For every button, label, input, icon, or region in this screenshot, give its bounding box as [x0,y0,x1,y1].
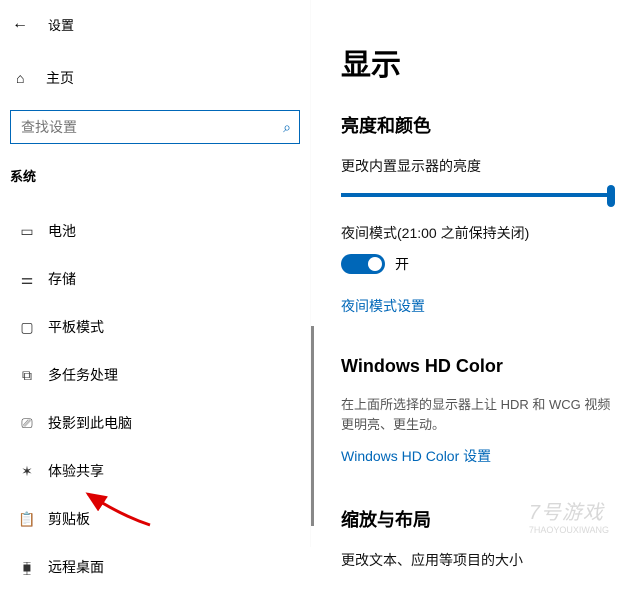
night-mode-label: 夜间模式(21:00 之前保持关闭) [341,223,617,244]
storage-icon: ⚌ [16,271,38,288]
section-brightness-heading: 亮度和颜色 [341,112,617,138]
brightness-label: 更改内置显示器的亮度 [341,156,617,177]
sidebar-item-label: 体验共享 [48,461,104,481]
sidebar-item-battery[interactable]: ▭ 电池 [0,207,310,255]
share-icon: ✶ [16,463,38,480]
sidebar-item-remote[interactable]: ⧯ 远程桌面 [0,543,310,591]
section-label: 系统 [0,166,310,185]
toggle-knob-icon [368,257,382,271]
back-icon[interactable]: ← [12,15,36,33]
window-title: 设置 [48,15,74,34]
brightness-slider[interactable] [341,193,611,197]
tablet-icon: ▢ [16,319,38,336]
toggle-state-label: 开 [395,254,409,274]
sidebar-item-tablet[interactable]: ▢ 平板模式 [0,303,310,351]
remote-icon: ⧯ [16,559,38,576]
scale-desc: 更改文本、应用等项目的大小 [341,550,617,571]
sidebar-item-label: 多任务处理 [48,365,118,385]
sidebar-item-clipboard[interactable]: 📋 剪贴板 [0,495,310,543]
sidebar-item-label: 电池 [48,221,76,241]
scroll-indicator[interactable] [311,326,314,526]
night-mode-toggle[interactable] [341,254,385,274]
search-box[interactable]: ⌕ [10,110,300,144]
sidebar-item-share[interactable]: ✶ 体验共享 [0,447,310,495]
multitask-icon: ⧉ [16,367,38,384]
section-hdcolor-heading: Windows HD Color [341,356,617,377]
section-scale-heading: 缩放与布局 [341,506,617,532]
sidebar-item-storage[interactable]: ⚌ 存储 [0,255,310,303]
sidebar-item-multitask[interactable]: ⧉ 多任务处理 [0,351,310,399]
sidebar-item-project[interactable]: ⎚ 投影到此电脑 [0,399,310,447]
hdcolor-settings-link[interactable]: Windows HD Color 设置 [341,446,491,466]
search-icon: ⌕ [283,119,291,136]
sidebar-item-label: 剪贴板 [48,509,90,529]
nav-list: ▭ 电池 ⚌ 存储 ▢ 平板模式 ⧉ 多任务处理 ⎚ 投影到此电脑 ✶ 体验共享… [0,207,310,591]
night-mode-settings-link[interactable]: 夜间模式设置 [341,296,425,316]
slider-thumb-icon[interactable] [607,185,615,207]
home-label: 主页 [46,68,74,88]
search-input[interactable] [21,119,283,135]
project-icon: ⎚ [16,415,38,432]
home-icon: ⌂ [16,70,38,86]
page-title: 显示 [341,40,617,84]
clipboard-icon: 📋 [16,511,38,528]
sidebar-item-label: 远程桌面 [48,557,104,577]
sidebar-item-label: 投影到此电脑 [48,413,132,433]
hdcolor-desc: 在上面所选择的显示器上让 HDR 和 WCG 视频更明亮、更生动。 [341,395,616,434]
sidebar-item-label: 平板模式 [48,317,104,337]
home-nav[interactable]: ⌂ 主页 [0,60,310,96]
sidebar-item-label: 存储 [48,269,76,289]
battery-icon: ▭ [16,223,38,240]
